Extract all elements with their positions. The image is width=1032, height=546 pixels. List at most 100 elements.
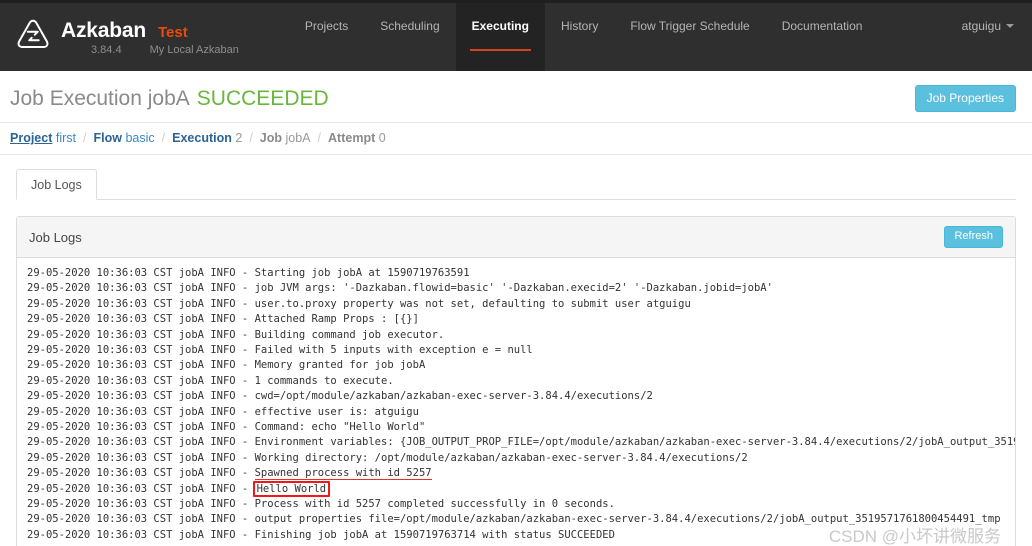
brand[interactable]: Azkaban Test 3.84.4 My Local Azkaban xyxy=(0,3,247,71)
breadcrumb-value: basic xyxy=(125,131,155,146)
log-line: 29-05-2020 10:36:03 CST jobA INFO - Comm… xyxy=(27,420,1015,435)
log-line: 29-05-2020 10:36:03 CST jobA INFO - 1 co… xyxy=(27,374,1015,389)
log-line-prefix: 29-05-2020 10:36:03 CST jobA INFO - xyxy=(27,282,255,295)
breadcrumb-item-attempt: Attempt 0 xyxy=(328,131,386,145)
log-line: 29-05-2020 10:36:03 CST jobA INFO - Envi… xyxy=(27,435,1015,450)
page-header: Job Execution jobA SUCCEEDED Job Properti… xyxy=(0,71,1032,124)
breadcrumb-item-execution[interactable]: Execution 2 xyxy=(172,131,242,145)
log-line-prefix: 29-05-2020 10:36:03 CST jobA INFO - xyxy=(27,313,255,326)
breadcrumb-item-flow[interactable]: Flow basic xyxy=(94,131,155,145)
nav-links: Projects Scheduling Executing History Fl… xyxy=(289,3,879,71)
nav-item-projects[interactable]: Projects xyxy=(289,3,364,71)
log-line: 29-05-2020 10:36:03 CST jobA INFO - Fini… xyxy=(27,528,1015,543)
log-line: 29-05-2020 10:36:03 CST jobA INFO - effe… xyxy=(27,405,1015,420)
breadcrumb-key: Attempt xyxy=(328,131,376,146)
log-line-message: Memory granted for job jobA xyxy=(254,359,426,372)
log-line-prefix: 29-05-2020 10:36:03 CST jobA INFO - xyxy=(27,374,255,387)
azkaban-triangle-logo xyxy=(17,19,49,49)
log-line-message: Environment variables: {JOB_OUTPUT_PROP_… xyxy=(254,436,1015,449)
job-logs-panel-heading: Job Logs Refresh xyxy=(17,217,1015,258)
log-line-prefix: 29-05-2020 10:36:03 CST jobA INFO - xyxy=(27,467,255,480)
page-title-text: Job Execution jobA xyxy=(10,86,190,110)
log-line-message: effective user is: atguigu xyxy=(254,405,419,418)
chevron-down-icon xyxy=(1006,24,1014,28)
log-line-prefix: 29-05-2020 10:36:03 CST jobA INFO - xyxy=(27,451,255,464)
log-line-prefix: 29-05-2020 10:36:03 CST jobA INFO - xyxy=(27,498,255,511)
brand-subtitle: My Local Azkaban xyxy=(149,43,239,56)
log-line: 29-05-2020 10:36:03 CST jobA INFO - Atta… xyxy=(27,312,1015,327)
log-line-message: cwd=/opt/module/azkaban/azkaban-exec-ser… xyxy=(254,390,653,403)
log-line-prefix: 29-05-2020 10:36:03 CST jobA INFO - xyxy=(27,405,255,418)
log-line: 29-05-2020 10:36:03 CST jobA INFO - Memo… xyxy=(27,358,1015,373)
job-logs-panel: Job Logs Refresh 29-05-2020 10:36:03 CST… xyxy=(16,216,1016,546)
tab-list: Job Logs xyxy=(16,169,1016,201)
log-line-message: Working directory: /opt/module/azkaban/a… xyxy=(254,451,748,464)
log-line: 29-05-2020 10:36:03 CST jobA INFO - job … xyxy=(27,281,1015,296)
brand-name: Azkaban xyxy=(61,18,146,42)
log-line: 29-05-2020 10:36:03 CST jobA INFO - Star… xyxy=(27,266,1015,281)
log-line-message: job JVM args: '-Dazkaban.flowid=basic' '… xyxy=(254,282,773,295)
breadcrumb-item-job: Job jobA xyxy=(260,131,311,145)
log-line-message: Hello World xyxy=(252,480,331,497)
job-properties-button[interactable]: Job Properties xyxy=(914,85,1016,113)
log-line-message: user.to.proxy property was not set, defa… xyxy=(254,297,691,310)
breadcrumb-separator: / xyxy=(317,131,322,146)
breadcrumb: Project first / Flow basic / Execution 2… xyxy=(0,123,1032,156)
tab-job-logs[interactable]: Job Logs xyxy=(16,169,97,201)
user-menu-label: atguigu xyxy=(961,19,1001,33)
nav-item-history[interactable]: History xyxy=(545,3,614,71)
log-line: 29-05-2020 10:36:03 CST jobA INFO - cwd=… xyxy=(27,389,1015,404)
nav-item-scheduling[interactable]: Scheduling xyxy=(364,3,455,71)
log-line-message: Failed with 5 inputs with exception e = … xyxy=(254,343,533,356)
log-line: 29-05-2020 10:36:03 CST jobA INFO - Hell… xyxy=(27,480,1015,497)
log-line: 29-05-2020 10:36:03 CST jobA INFO - user… xyxy=(27,297,1015,312)
log-line-prefix: 29-05-2020 10:36:03 CST jobA INFO - xyxy=(27,528,255,541)
nav-item-documentation[interactable]: Documentation xyxy=(766,3,879,71)
refresh-button[interactable]: Refresh xyxy=(944,226,1003,248)
nav-item-flow-trigger-schedule[interactable]: Flow Trigger Schedule xyxy=(614,3,765,71)
breadcrumb-value: 0 xyxy=(378,131,386,146)
log-line-message: 1 commands to execute. xyxy=(254,374,394,387)
log-line-message: Finishing job jobA at 1590719763714 with… xyxy=(254,528,615,541)
page-title: Job Execution jobA SUCCEEDED xyxy=(10,87,329,111)
log-line-message: Starting job jobA at 1590719763591 xyxy=(254,266,470,279)
log-line: 29-05-2020 10:36:03 CST jobA INFO - Buil… xyxy=(27,328,1015,343)
tab-area: Job Logs xyxy=(0,155,1032,201)
log-line-message: Command: echo "Hello World" xyxy=(254,421,426,433)
log-line: 29-05-2020 10:36:03 CST jobA INFO - Fail… xyxy=(27,343,1015,358)
log-line-prefix: 29-05-2020 10:36:03 CST jobA INFO - xyxy=(27,297,255,310)
log-output[interactable]: 29-05-2020 10:36:03 CST jobA INFO - Star… xyxy=(17,266,1015,543)
log-line-message: Spawned process with id 5257 xyxy=(254,467,432,481)
job-logs-panel-body: 29-05-2020 10:36:03 CST jobA INFO - Star… xyxy=(17,258,1015,546)
breadcrumb-separator: / xyxy=(83,131,87,146)
job-logs-panel-title: Job Logs xyxy=(29,229,82,245)
log-line-message: Attached Ramp Props : [{}] xyxy=(254,313,419,326)
user-menu[interactable]: atguigu xyxy=(962,19,1014,33)
log-line-message: output properties file=/opt/module/azkab… xyxy=(254,513,1001,526)
log-line: 29-05-2020 10:36:03 CST jobA INFO - Work… xyxy=(27,451,1015,466)
log-line: 29-05-2020 10:36:03 CST jobA INFO - Spaw… xyxy=(27,466,1015,481)
log-line-message: Process with id 5257 completed successfu… xyxy=(254,498,615,511)
breadcrumb-value: 2 xyxy=(235,131,243,146)
log-line-prefix: 29-05-2020 10:36:03 CST jobA INFO - xyxy=(27,513,255,526)
breadcrumb-separator: / xyxy=(249,131,253,146)
breadcrumb-key: Project xyxy=(10,131,53,146)
log-line-message: Building command job executor. xyxy=(254,328,445,341)
breadcrumb-item-project[interactable]: Project first xyxy=(10,131,76,145)
breadcrumb-key: Execution xyxy=(172,131,232,146)
log-line-prefix: 29-05-2020 10:36:03 CST jobA INFO - xyxy=(27,436,255,449)
log-line: 29-05-2020 10:36:03 CST jobA INFO - Proc… xyxy=(27,497,1015,512)
breadcrumb-value: first xyxy=(55,131,77,146)
log-line-prefix: 29-05-2020 10:36:03 CST jobA INFO - xyxy=(27,266,255,279)
log-line-prefix: 29-05-2020 10:36:03 CST jobA INFO - xyxy=(27,421,255,433)
breadcrumb-key: Flow xyxy=(93,131,122,146)
log-line: 29-05-2020 10:36:03 CST jobA INFO - outp… xyxy=(27,512,1015,527)
brand-label: Test xyxy=(157,23,188,41)
nav-right: atguigu xyxy=(962,3,1032,71)
log-line-prefix: 29-05-2020 10:36:03 CST jobA INFO - xyxy=(27,343,255,356)
breadcrumb-key: Job xyxy=(259,131,283,146)
breadcrumb-separator: / xyxy=(161,131,166,146)
nav-item-executing[interactable]: Executing xyxy=(455,3,545,71)
top-navbar: Azkaban Test 3.84.4 My Local Azkaban Pro… xyxy=(0,0,1032,71)
log-line-prefix: 29-05-2020 10:36:03 CST jobA INFO - xyxy=(27,328,255,341)
